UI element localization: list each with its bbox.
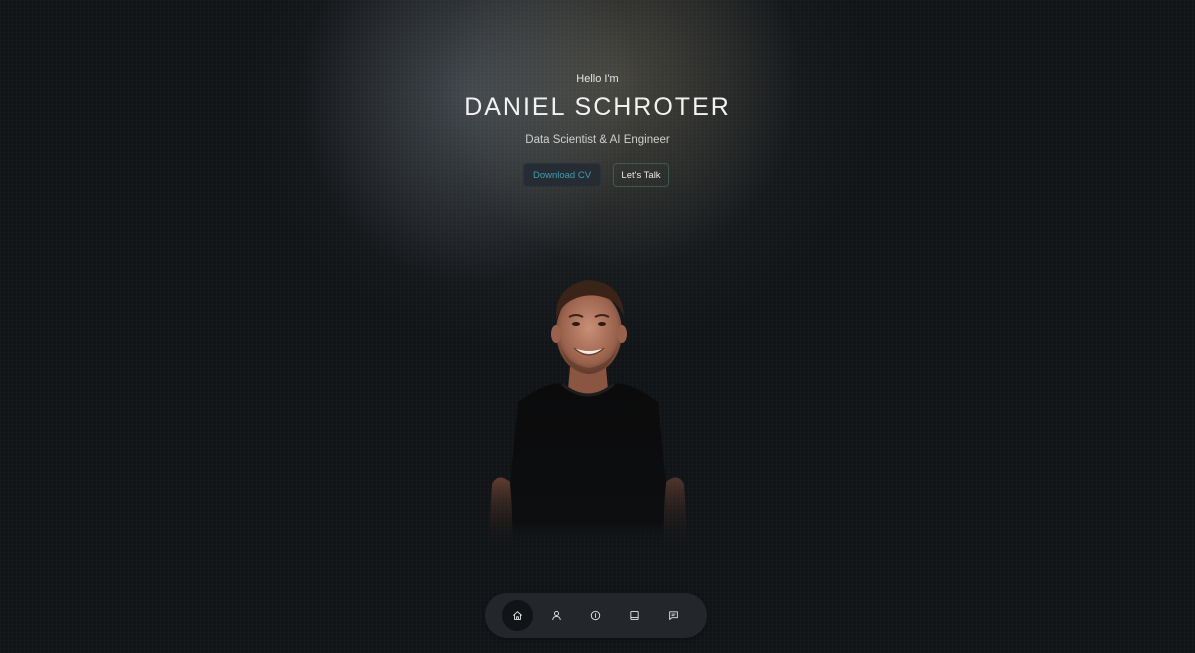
- home-icon: [513, 611, 522, 620]
- hero-role: Data Scientist & AI Engineer: [525, 134, 670, 146]
- user-icon: [552, 611, 561, 620]
- profile-portrait: [488, 280, 688, 547]
- nav-portfolio[interactable]: [619, 600, 650, 631]
- info-icon: [590, 610, 601, 621]
- nav-about[interactable]: [541, 600, 572, 631]
- bottom-nav-dock: [485, 593, 707, 638]
- hero-name: DANIEL SCHROTER: [464, 93, 731, 121]
- download-cv-button[interactable]: Download CV: [523, 163, 601, 187]
- nav-home[interactable]: [502, 600, 533, 631]
- message-icon: [669, 611, 678, 620]
- nav-contact[interactable]: [658, 600, 689, 631]
- page: Hello I'm DANIEL SCHROTER Data Scientist…: [0, 0, 1195, 653]
- greeting-text: Hello I'm: [576, 73, 619, 85]
- lets-talk-button[interactable]: Let's Talk: [613, 163, 669, 187]
- nav-experience[interactable]: [580, 600, 611, 631]
- book-icon: [630, 611, 639, 620]
